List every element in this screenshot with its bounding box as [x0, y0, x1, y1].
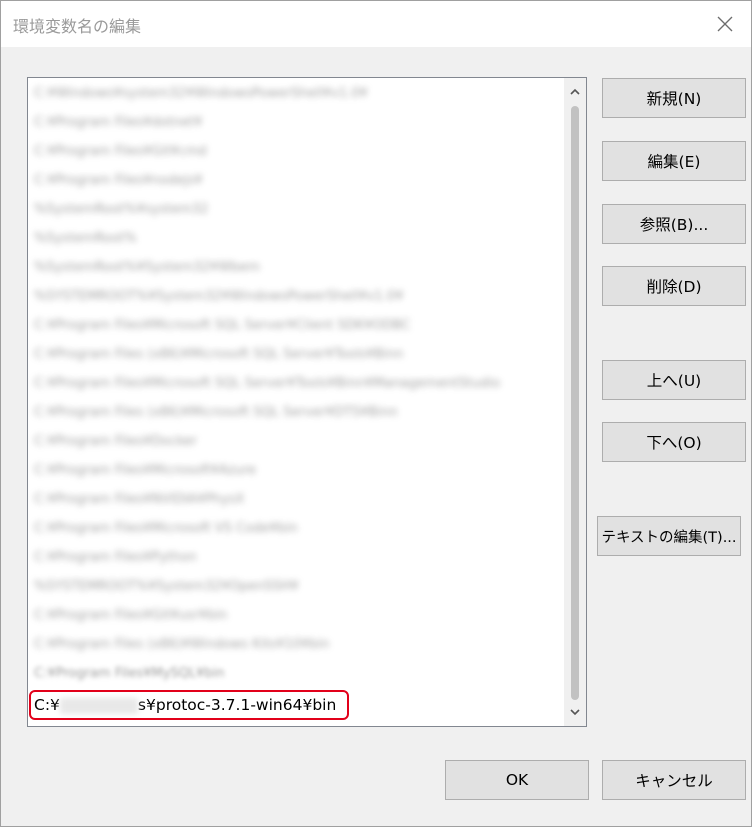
path-list-item[interactable]: C:¥Program Files (x86)¥Microsoft SQL Ser…: [34, 347, 403, 367]
move-down-button[interactable]: 下へ(O): [602, 422, 746, 462]
path-list[interactable]: C:¥Windows¥system32¥WindowsPowerShell¥v1…: [27, 77, 587, 727]
chevron-up-icon: [570, 88, 580, 95]
path-list-item[interactable]: %SYSTEMROOT%¥System32¥WindowsPowerShell¥…: [34, 289, 403, 309]
path-redacted-suffix: s: [137, 696, 146, 714]
browse-button[interactable]: 参照(B)...: [602, 204, 746, 244]
edit-env-var-dialog: 環境変数名の編集 C:¥Windows¥system32¥WindowsPowe…: [0, 0, 752, 827]
close-button[interactable]: [707, 7, 743, 41]
edit-text-button[interactable]: テキストの編集(T)...: [597, 516, 741, 556]
path-list-item-selected[interactable]: C:¥ s¥protoc-3.7.1-win64¥bin: [28, 690, 560, 720]
dialog-title: 環境変数名の編集: [13, 17, 142, 36]
path-list-item[interactable]: C:¥Program Files¥Git¥usr¥bin: [34, 608, 227, 628]
path-list-item[interactable]: %SystemRoot%¥System32¥Wbem: [34, 260, 260, 280]
path-list-item[interactable]: C:¥Program Files¥MySQL¥bin: [34, 666, 225, 686]
vertical-scrollbar[interactable]: [564, 78, 586, 726]
path-prefix: C:¥: [34, 696, 60, 714]
path-list-item[interactable]: C:¥Program Files (x86)¥Windows Kits¥10¥b…: [34, 637, 329, 657]
redacted-username: [59, 697, 138, 714]
scroll-down-button[interactable]: [564, 702, 586, 722]
title-bar: 環境変数名の編集: [1, 1, 751, 47]
path-list-item[interactable]: C:¥Program Files¥nodejs¥: [34, 173, 203, 193]
path-rest: ¥protoc-3.7.1-win64¥bin: [146, 696, 337, 714]
scrollbar-thumb[interactable]: [571, 106, 579, 700]
path-list-item[interactable]: C:¥Program Files¥dotnet¥: [34, 115, 202, 135]
ok-button[interactable]: OK: [445, 760, 589, 800]
delete-button[interactable]: 削除(D): [602, 266, 746, 306]
path-list-item[interactable]: C:¥Program Files¥Python: [34, 550, 197, 570]
edit-button[interactable]: 編集(E): [602, 141, 746, 181]
path-list-item[interactable]: C:¥Program Files¥Microsoft VS Code¥bin: [34, 521, 298, 541]
scroll-up-button[interactable]: [564, 82, 586, 102]
close-icon: [717, 16, 733, 32]
path-list-item[interactable]: %SystemRoot%: [34, 231, 137, 251]
new-button[interactable]: 新規(N): [602, 78, 746, 118]
path-list-item[interactable]: C:¥Program Files¥NVIDIA¥PhysX: [34, 492, 244, 512]
path-list-item[interactable]: %SYSTEMROOT%¥System32¥OpenSSH¥: [34, 579, 299, 599]
path-list-item[interactable]: C:¥Program Files¥Git¥cmd: [34, 144, 207, 164]
path-list-item[interactable]: C:¥Program Files¥Microsoft SQL Server¥To…: [34, 376, 500, 396]
path-list-item[interactable]: C:¥Program Files¥Docker: [34, 434, 197, 454]
path-list-item[interactable]: %SystemRoot%¥system32: [34, 202, 208, 222]
chevron-down-icon: [570, 709, 580, 716]
move-up-button[interactable]: 上へ(U): [602, 360, 746, 400]
path-list-item[interactable]: C:¥Program Files (x86)¥Microsoft SQL Ser…: [34, 405, 398, 425]
selected-path-text[interactable]: C:¥ s¥protoc-3.7.1-win64¥bin: [28, 696, 336, 714]
path-list-item[interactable]: C:¥Program Files¥Microsoft¥Azure: [34, 463, 256, 483]
path-list-item[interactable]: C:¥Windows¥system32¥WindowsPowerShell¥v1…: [34, 86, 368, 106]
cancel-button[interactable]: キャンセル: [602, 760, 746, 800]
path-list-item[interactable]: C:¥Program Files¥Microsoft SQL Server¥Cl…: [34, 318, 410, 338]
